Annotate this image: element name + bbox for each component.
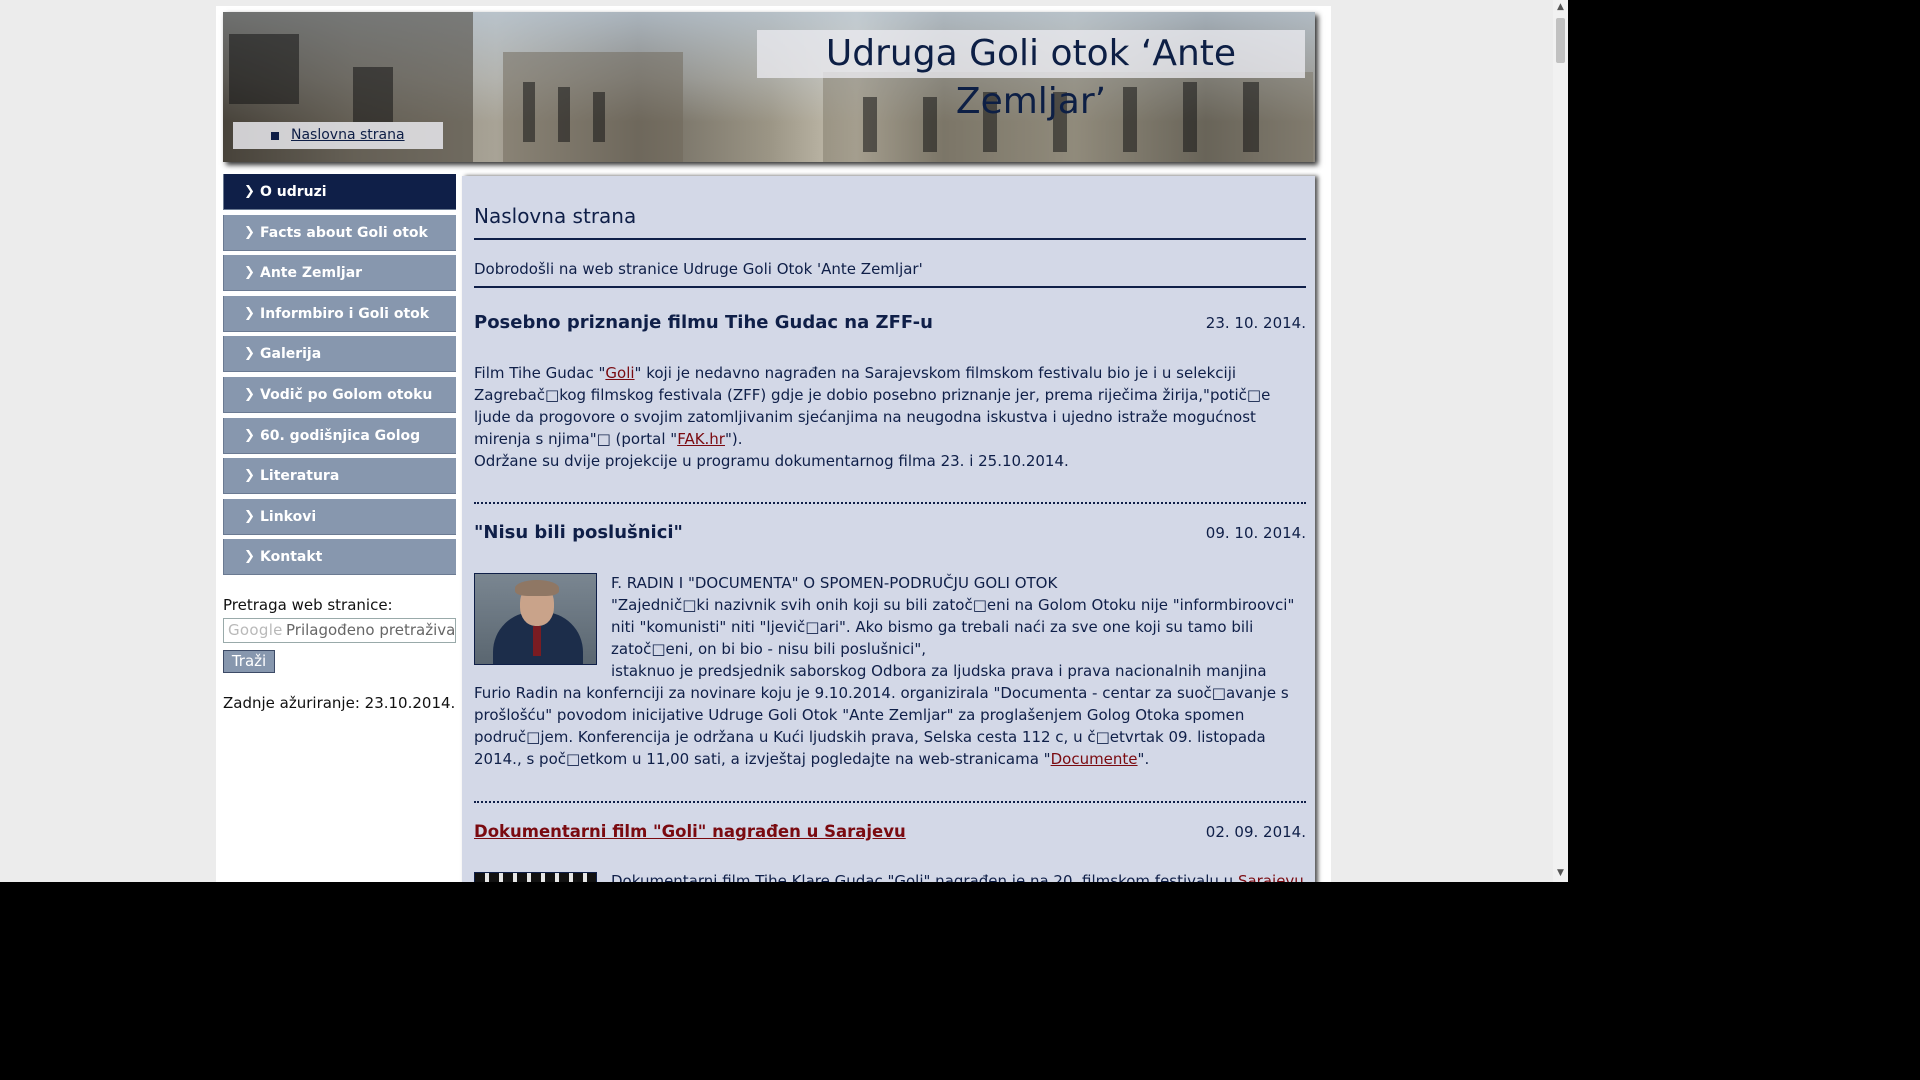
- sidebar-item-label: Vodič po Golom otoku: [260, 386, 433, 403]
- article-title: Posebno priznanje filmu Tihe Gudac na ZF…: [474, 312, 933, 333]
- article-photo: [474, 573, 597, 665]
- article-title: "Nisu bili poslušnici": [474, 522, 683, 543]
- article-body: Film Tihe Gudac "Goli" koji je nedavno n…: [474, 364, 1271, 470]
- sidebar-item-vodic[interactable]: ❯ Vodič po Golom otoku: [223, 376, 456, 413]
- search-label: Pretraga web stranice:: [223, 596, 393, 614]
- article-photo: [474, 872, 597, 882]
- browser-viewport: Udruga Goli otok ‘Ante Zemljar’ Naslovna…: [0, 0, 1553, 882]
- scroll-down-arrow-icon[interactable]: ▼: [1553, 866, 1568, 881]
- sidebar-item-facts[interactable]: ❯ Facts about Goli otok: [223, 214, 456, 251]
- sidebar-item-label: Linkovi: [260, 508, 317, 525]
- screen-margin-right: [1568, 0, 1920, 1080]
- chevron-right-icon: ❯: [244, 224, 255, 240]
- scroll-thumb[interactable]: [1556, 18, 1565, 63]
- square-bullet-icon: [271, 132, 279, 140]
- scroll-up-arrow-icon[interactable]: ▲: [1553, 0, 1568, 15]
- page-container: Udruga Goli otok ‘Ante Zemljar’ Naslovna…: [216, 6, 1331, 882]
- vertical-scrollbar[interactable]: ▲ ▼: [1553, 0, 1568, 882]
- article-body-continued: istaknuo je predsjednik saborskog Odbora…: [474, 662, 1289, 768]
- dotted-divider: [474, 502, 1306, 504]
- sidebar-item-ante-zemljar[interactable]: ❯ Ante Zemljar: [223, 255, 456, 292]
- article-date: 02. 09. 2014.: [1205, 823, 1306, 841]
- main-content: Naslovna strana Dobrodošli na web strani…: [462, 176, 1315, 882]
- sidebar-item-galerija[interactable]: ❯ Galerija: [223, 336, 456, 373]
- divider: [474, 238, 1306, 240]
- welcome-text: Dobrodošli na web stranice Udruge Goli O…: [474, 260, 923, 278]
- chevron-right-icon: ❯: [244, 468, 255, 484]
- article-body: F. RADIN I "DOCUMENTA" O SPOMEN-PODRUČJU…: [611, 574, 1295, 658]
- sidebar-item-label: O udruzi: [260, 184, 327, 200]
- sidebar-item-linkovi[interactable]: ❯ Linkovi: [223, 498, 456, 535]
- article-date: 09. 10. 2014.: [1205, 524, 1306, 542]
- nav-link-home[interactable]: Naslovna strana: [291, 122, 405, 149]
- chevron-right-icon: ❯: [244, 346, 255, 362]
- sidebar-item-label: Informbiro i Goli otok: [260, 305, 430, 322]
- sidebar-nav: ❯ O udruzi ❯ Facts about Goli otok ❯ Ante Z…: [223, 174, 456, 580]
- sidebar-item-o-udruzi[interactable]: ❯ O udruzi: [223, 174, 456, 210]
- chevron-right-icon: ❯: [244, 265, 255, 281]
- sidebar-item-label: Facts about Goli otok: [260, 224, 428, 241]
- google-logo: Google: [228, 621, 283, 639]
- sidebar-item-label: Galerija: [260, 346, 322, 363]
- sidebar-item-60-godisnjica[interactable]: ❯60. godišnjica Golog otoka: [223, 417, 456, 480]
- link-sarajevo[interactable]: Sarajevu: [1238, 872, 1304, 882]
- sidebar-item-label: Literatura: [260, 468, 340, 485]
- last-update-text: Zadnje ažuriranje: 23.10.2014.: [223, 694, 456, 712]
- link-documente[interactable]: Documente: [1051, 750, 1138, 768]
- sidebar-item-label: Kontakt: [260, 549, 323, 566]
- sidebar-item-kontakt[interactable]: ❯ Kontakt: [223, 539, 456, 576]
- article-date: 23. 10. 2014.: [1205, 314, 1306, 332]
- link-fak[interactable]: FAK.hr: [677, 430, 725, 448]
- banner-nav: Naslovna strana: [233, 122, 443, 149]
- article-title-link[interactable]: Dokumentarni film "Goli" nagrađen u Sara…: [474, 822, 906, 841]
- chevron-right-icon: ❯: [244, 184, 255, 199]
- sidebar-item-informbiro[interactable]: ❯ Informbiro i Goli otok: [223, 295, 456, 332]
- article-body: Dokumentarni film Tihe Klare Gudac "Goli…: [611, 870, 1305, 882]
- search-button[interactable]: Traži: [223, 650, 275, 673]
- screen-margin-bottom: [0, 882, 1568, 1080]
- chevron-right-icon: ❯: [244, 549, 255, 565]
- chevron-right-icon: ❯: [244, 305, 255, 321]
- search-input[interactable]: Google Prilagođeno pretraživan: [223, 618, 456, 643]
- site-title: Udruga Goli otok ‘Ante Zemljar’: [757, 30, 1305, 122]
- chevron-right-icon: ❯: [244, 386, 255, 402]
- chevron-right-icon: ❯: [244, 508, 255, 524]
- header-banner: Udruga Goli otok ‘Ante Zemljar’ Naslovna…: [223, 12, 1315, 162]
- sidebar-item-label: Ante Zemljar: [260, 265, 363, 282]
- divider: [474, 286, 1306, 288]
- dotted-divider: [474, 801, 1306, 803]
- sidebar-item-literatura[interactable]: ❯ Literatura: [223, 458, 456, 495]
- link-goli[interactable]: Goli: [605, 364, 634, 382]
- page-title: Naslovna strana: [474, 204, 637, 228]
- search-placeholder: Prilagođeno pretraživan: [286, 621, 456, 639]
- chevron-right-icon: ❯: [244, 427, 255, 443]
